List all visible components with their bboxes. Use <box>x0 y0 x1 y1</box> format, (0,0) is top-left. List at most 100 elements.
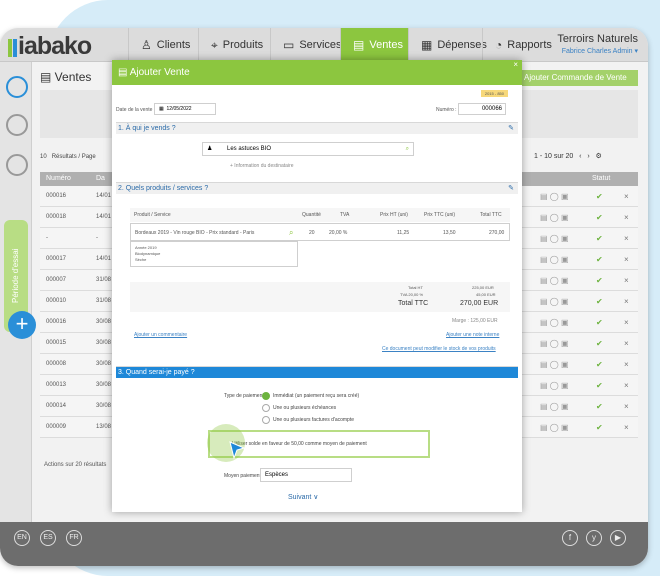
row-actions-icon[interactable]: ▤ ◯ ▣ <box>540 417 569 438</box>
delete-icon[interactable]: × <box>624 291 629 312</box>
nav-label: Rapports <box>507 39 552 51</box>
product-price-ht[interactable]: 11,25 <box>397 230 409 236</box>
delete-icon[interactable]: × <box>624 186 629 207</box>
product-price-ttc[interactable]: 13,50 <box>443 230 456 236</box>
delete-icon[interactable]: × <box>624 249 629 270</box>
row-number: 000017 <box>46 256 67 262</box>
row-date: 14/01 <box>96 193 112 199</box>
payment-type-label: Type de paiement : <box>224 393 267 399</box>
client-field[interactable]: ♟ Les astuces BIO ⌕ <box>202 142 414 156</box>
left-sidebar: Période d'essai <box>0 62 32 524</box>
detail-line: Biodynamique <box>135 251 161 256</box>
number-field[interactable]: 000066 <box>458 103 506 115</box>
product-tva[interactable]: 20,00 % <box>329 230 347 236</box>
section-who: 1. À qui je vends ? ✎ <box>116 122 518 134</box>
nav-rapports[interactable]: ◔ Rapports <box>482 28 554 62</box>
history-icon[interactable] <box>6 154 28 176</box>
nav-clients[interactable]: ♙ Clients <box>128 28 198 62</box>
nav-produits[interactable]: ⌖ Produits <box>198 28 270 62</box>
row-actions-icon[interactable]: ▤ ◯ ▣ <box>540 207 569 228</box>
add-button[interactable]: + <box>8 311 36 339</box>
row-actions-icon[interactable]: ▤ ◯ ▣ <box>540 270 569 291</box>
nav-services[interactable]: ▭ Services <box>270 28 342 62</box>
product-row[interactable]: Bordeaux 2019 - Vin rouge BIO - Prix sta… <box>130 223 510 241</box>
th-price-ttc: Prix TTC (uni) <box>424 212 456 218</box>
nav-label: Services <box>299 39 342 51</box>
bell-icon[interactable] <box>6 114 28 136</box>
delete-icon[interactable]: × <box>624 396 629 417</box>
next-button[interactable]: Suivant ∨ <box>288 493 318 501</box>
nav-label: Dépenses <box>437 39 487 51</box>
row-status-icon: ✔ <box>596 297 603 306</box>
product-details[interactable]: Année 2019 Biodynamique Sèche <box>130 241 298 267</box>
video-icon[interactable]: ▶ <box>610 530 626 546</box>
row-date: 30/08 <box>96 382 112 388</box>
row-actions-icon[interactable]: ▤ ◯ ▣ <box>540 375 569 396</box>
row-date: - <box>96 235 98 241</box>
row-actions-icon[interactable]: ▤ ◯ ▣ <box>540 186 569 207</box>
client-info-link[interactable]: + Information du destinataire <box>230 163 294 169</box>
pagination[interactable]: 1 - 10 sur 20 ‹ › ⚙ <box>534 152 602 160</box>
edit-icon[interactable]: ✎ <box>508 183 514 195</box>
row-actions-icon[interactable]: ▤ ◯ ▣ <box>540 291 569 312</box>
delete-icon[interactable]: × <box>624 228 629 249</box>
th-total: Total TTC <box>480 212 502 218</box>
radio-immediate[interactable] <box>262 392 270 400</box>
delete-icon[interactable]: × <box>624 417 629 438</box>
product-qty[interactable]: 20 <box>309 230 315 236</box>
th-product: Produit / Service <box>134 212 171 218</box>
lang-es[interactable]: ES <box>40 530 56 546</box>
radio-deposits[interactable] <box>262 416 270 424</box>
user-menu[interactable]: Terroirs Naturels Fabrice Charles Admin … <box>557 33 638 55</box>
search-icon[interactable]: ⌕ <box>289 228 293 238</box>
chart-icon: ◔ <box>495 38 503 52</box>
row-actions-icon[interactable]: ▤ ◯ ▣ <box>540 333 569 354</box>
payment-method-label: Moyen paiement : <box>224 473 264 479</box>
payment-method-select[interactable]: Espèces <box>260 468 352 482</box>
balance-label: Utiliser solde en faveur de 50,00 comme … <box>232 441 367 447</box>
menu-icon[interactable] <box>6 76 28 98</box>
receipt-icon: ▤ <box>353 38 365 52</box>
delete-icon[interactable]: × <box>624 270 629 291</box>
radio-installments[interactable] <box>262 404 270 412</box>
add-note-link[interactable]: Ajouter une note interne <box>446 332 499 338</box>
row-date: 13/08 <box>96 424 112 430</box>
delete-icon[interactable]: × <box>624 207 629 228</box>
row-number: 000010 <box>46 298 67 304</box>
nav-depenses[interactable]: ▦ Dépenses <box>408 28 487 62</box>
row-status-icon: ✔ <box>596 192 603 201</box>
th-qty: Quantité <box>302 212 321 218</box>
results-per-page[interactable]: 10 Résultats / Page <box>40 154 96 160</box>
delete-icon[interactable]: × <box>624 312 629 333</box>
row-date: 30/08 <box>96 319 112 325</box>
delete-icon[interactable]: × <box>624 375 629 396</box>
page-title: ▤ Ventes <box>40 70 92 84</box>
row-actions-icon[interactable]: ▤ ◯ ▣ <box>540 396 569 417</box>
stock-link[interactable]: Ce document peut modifier le stock de vo… <box>382 346 496 352</box>
edit-icon[interactable]: ✎ <box>508 123 514 135</box>
lang-fr[interactable]: FR <box>66 530 82 546</box>
facebook-icon[interactable]: f <box>562 530 578 546</box>
detail-line: Sèche <box>135 257 147 262</box>
add-order-button[interactable]: Ajouter Commande de Vente <box>520 70 638 86</box>
close-icon[interactable]: × <box>513 60 518 69</box>
youtube-icon[interactable]: y <box>586 530 602 546</box>
delete-icon[interactable]: × <box>624 354 629 375</box>
row-status-icon: ✔ <box>596 318 603 327</box>
row-actions-icon[interactable]: ▤ ◯ ▣ <box>540 249 569 270</box>
row-actions-icon[interactable]: ▤ ◯ ▣ <box>540 228 569 249</box>
row-actions-icon[interactable]: ▤ ◯ ▣ <box>540 354 569 375</box>
delete-icon[interactable]: × <box>624 333 629 354</box>
total-ttc-label: Total TTC <box>398 300 429 307</box>
lang-en[interactable]: EN <box>14 530 30 546</box>
row-number: 000008 <box>46 361 67 367</box>
row-actions-icon[interactable]: ▤ ◯ ▣ <box>540 312 569 333</box>
add-comment-link[interactable]: Ajouter un commentaire <box>134 332 187 338</box>
search-icon[interactable]: ⌕ <box>406 143 409 155</box>
date-field[interactable]: ▦ 12/05/2022 <box>154 103 216 115</box>
nav-ventes[interactable]: ▤ Ventes <box>340 28 408 62</box>
row-status-icon: ✔ <box>596 360 603 369</box>
row-date: 30/08 <box>96 403 112 409</box>
person-icon: ♟ <box>207 146 213 152</box>
section-products: 2. Quels produits / services ? ✎ <box>116 182 518 194</box>
